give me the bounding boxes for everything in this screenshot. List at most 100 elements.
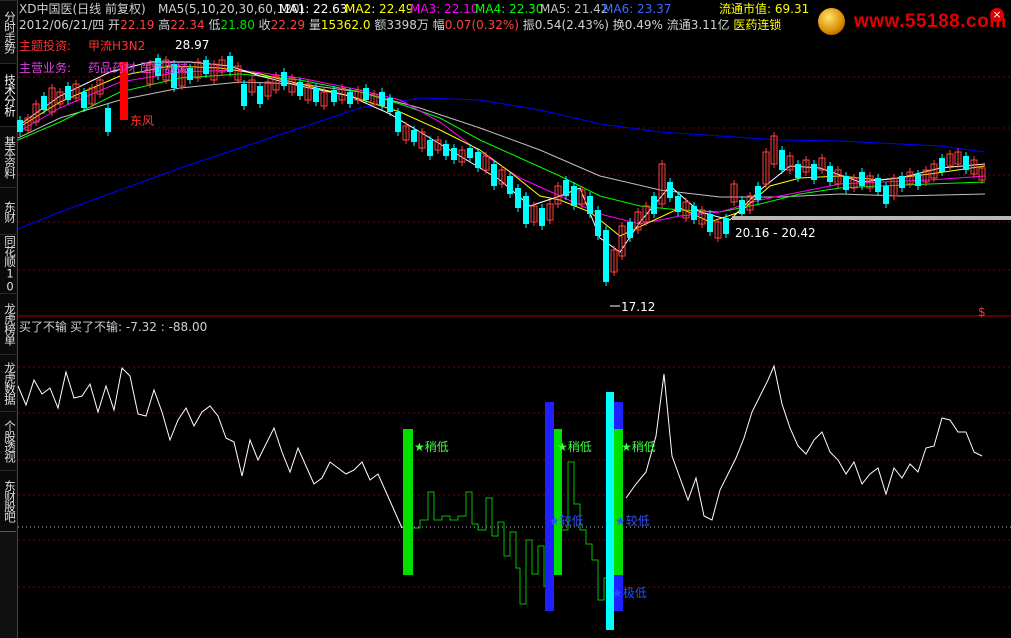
candle-body bbox=[411, 130, 417, 142]
range-band bbox=[732, 216, 1011, 220]
close-icon[interactable]: × bbox=[990, 8, 1004, 22]
candle-body bbox=[507, 176, 513, 194]
candle-body bbox=[883, 186, 889, 204]
logo-emblem-icon bbox=[818, 8, 845, 35]
ma3-value: MA3: 22.10 bbox=[410, 2, 479, 16]
candle-body bbox=[467, 148, 473, 158]
candle-body bbox=[81, 92, 87, 108]
logo-text: www.55188.com bbox=[854, 11, 1007, 32]
candle-body bbox=[491, 164, 497, 186]
site-logo[interactable]: www.55188.com × bbox=[818, 8, 1008, 36]
high-value: 22.34 bbox=[170, 18, 205, 32]
star-icon: ★ bbox=[612, 586, 623, 600]
candle-body bbox=[427, 140, 433, 156]
candle-body bbox=[875, 178, 881, 192]
business-value[interactable]: 药品药材 医疗器械 bbox=[88, 61, 188, 75]
indicator-title[interactable]: 买了不输 bbox=[19, 320, 67, 334]
signal-low-3: ★稍低 bbox=[621, 440, 656, 454]
theme-label: 主题投资: bbox=[19, 39, 72, 53]
candle-body bbox=[297, 82, 303, 96]
candle-body bbox=[17, 120, 23, 132]
candle-body bbox=[65, 86, 71, 100]
quote-date: 2012/06/21/四 bbox=[19, 18, 105, 32]
candle-body bbox=[515, 188, 521, 208]
kline-chart[interactable] bbox=[0, 0, 1011, 638]
candle-body bbox=[707, 214, 713, 232]
event-flag-label: 东风 bbox=[130, 114, 155, 128]
candle-body bbox=[739, 200, 745, 214]
ma5-value: MA5: 21.42 bbox=[540, 2, 609, 16]
range-label: 20.16 - 20.42 bbox=[735, 226, 816, 240]
stock-title: XD中国医(日线 前复权) bbox=[19, 2, 146, 16]
candle-body bbox=[331, 90, 337, 102]
ma3-line bbox=[17, 69, 986, 225]
ma1-line bbox=[17, 61, 986, 253]
turnover-value: 换0.49% bbox=[612, 18, 663, 32]
candle-body bbox=[523, 196, 529, 224]
close-value: 22.29 bbox=[270, 18, 306, 32]
business-label: 主营业务: bbox=[19, 61, 72, 75]
amount-value: 额3398万 bbox=[374, 18, 429, 32]
candle-body bbox=[723, 218, 729, 234]
candle-body bbox=[779, 150, 785, 170]
candle-body bbox=[675, 196, 681, 212]
ma6-line bbox=[17, 97, 986, 230]
star-icon: ★ bbox=[414, 440, 425, 454]
float-market-cap: 流通市值: 69.31 bbox=[719, 2, 810, 16]
candle-body bbox=[281, 72, 287, 86]
candle-body bbox=[105, 108, 111, 132]
candle-body bbox=[41, 96, 47, 110]
star-icon: ★ bbox=[557, 440, 568, 454]
candle-body bbox=[811, 164, 817, 180]
star-icon: ★ bbox=[549, 514, 560, 528]
signal-bar bbox=[545, 402, 554, 611]
ma1-value: MA1: 22.63 bbox=[279, 2, 348, 16]
high-label: 高 bbox=[158, 18, 171, 32]
candle-body bbox=[563, 180, 569, 196]
candle-body bbox=[843, 176, 849, 190]
indicator-line-2 bbox=[625, 364, 983, 521]
candle-body bbox=[603, 230, 609, 282]
sector-link[interactable]: 医药连锁 bbox=[733, 18, 781, 32]
moving-average-lines bbox=[17, 61, 986, 253]
ma6-value: MA6: 23.37 bbox=[603, 2, 672, 16]
candle-body bbox=[475, 152, 481, 168]
dollar-marker[interactable]: $ bbox=[978, 305, 986, 319]
candle-body bbox=[313, 88, 319, 102]
candle-body bbox=[587, 196, 593, 214]
amplitude-value: 振0.54(2.43%) bbox=[522, 18, 609, 32]
star-icon: ★ bbox=[621, 440, 632, 454]
candle-body bbox=[443, 144, 449, 156]
signal-low-1: ★稍低 bbox=[414, 440, 449, 454]
indicator-histogram-2 bbox=[562, 461, 610, 601]
vol-value: 15362.0 bbox=[320, 18, 371, 32]
indicator-line bbox=[17, 366, 403, 529]
candle-body bbox=[939, 158, 945, 172]
candle-body bbox=[667, 182, 673, 198]
candle-body bbox=[963, 156, 969, 170]
indicator-values: 买了不输: -7.32 : -88.00 bbox=[70, 320, 208, 334]
candle-body bbox=[595, 210, 601, 236]
candle-body bbox=[379, 92, 385, 106]
signal-extreme: ★极低 bbox=[612, 586, 647, 600]
candlesticks bbox=[17, 52, 1011, 307]
theme-value[interactable]: 甲流H3N2 bbox=[88, 39, 145, 53]
candle-body bbox=[651, 196, 657, 214]
candle-body bbox=[347, 92, 353, 104]
ma4-value: MA4: 22.30 bbox=[475, 2, 544, 16]
star-icon: ★ bbox=[615, 514, 626, 528]
open-value: 22.19 bbox=[120, 18, 155, 32]
signal-low-2: ★稍低 bbox=[557, 440, 592, 454]
candle-body bbox=[627, 222, 633, 238]
signal-bar bbox=[403, 429, 413, 575]
close-label: 收 bbox=[258, 18, 271, 32]
low-price-marker: 17.12 bbox=[621, 300, 656, 314]
float-shares-value: 流通3.11亿 bbox=[666, 18, 730, 32]
candle-body bbox=[755, 186, 761, 200]
candle-body bbox=[387, 98, 393, 112]
candle-body bbox=[203, 60, 209, 74]
indicator-panel bbox=[17, 364, 983, 630]
high-price-marker: 28.97 bbox=[175, 38, 210, 52]
candle-body bbox=[899, 176, 905, 188]
candle-body bbox=[451, 148, 457, 160]
